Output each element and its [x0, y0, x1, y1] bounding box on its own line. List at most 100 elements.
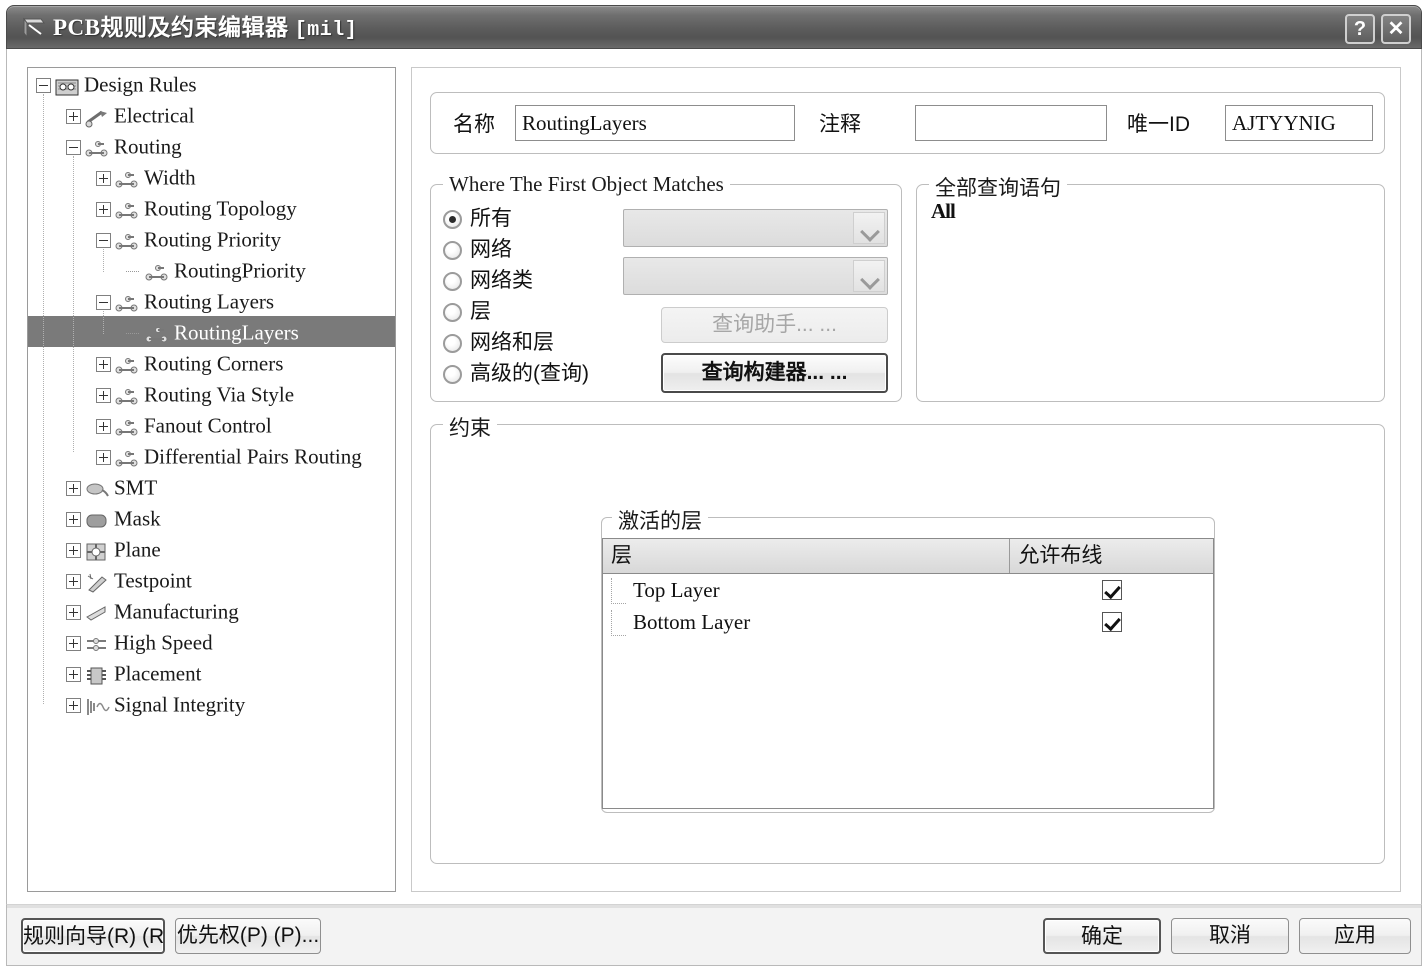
tree-item-placement[interactable]: Placement [28, 657, 395, 688]
dialog-client-area: Design Rules Electrical Routing Width Routin… [6, 49, 1422, 965]
chevron-down-icon[interactable] [853, 212, 885, 244]
unique-id-label: 唯一ID [1127, 113, 1190, 136]
radio-option-net-class[interactable]: 网络类 [443, 265, 533, 296]
tree-item-differential-pairs-routing[interactable]: Differential Pairs Routing [28, 440, 395, 471]
rule-wizard-button[interactable]: 规则向导(R) (R)... [21, 918, 165, 954]
query-builder-button[interactable]: 查询构建器... ... [661, 353, 888, 393]
tree-expander-icon[interactable] [96, 232, 111, 248]
close-button[interactable]: ✕ [1381, 14, 1411, 44]
tree-expander-icon[interactable] [66, 511, 81, 527]
tree-item-label: SMT [114, 475, 158, 500]
tree-expander-icon[interactable] [96, 449, 111, 465]
tree-expander-icon[interactable] [66, 108, 81, 124]
radio-option-layer[interactable]: 层 [443, 296, 491, 327]
apply-button[interactable]: 应用 [1299, 918, 1411, 954]
tree-item-routing-topology[interactable]: Routing Topology [28, 192, 395, 223]
tree-item-label: Manufacturing [114, 599, 239, 624]
query-helper-button[interactable]: 查询助手... ... [661, 307, 888, 343]
tree-item-electrical[interactable]: Electrical [28, 99, 395, 130]
net-class-combobox[interactable] [623, 257, 888, 295]
app-icon [23, 17, 45, 39]
tree-expander-icon[interactable] [66, 635, 81, 651]
radio-label: 高级的(查询) [470, 362, 589, 385]
name-label: 名称 [453, 113, 495, 136]
active-layers-legend: 激活的层 [612, 505, 708, 535]
layer-name-label: Bottom Layer [633, 609, 751, 634]
tree-expander-icon[interactable] [66, 697, 81, 713]
tree-expander-icon[interactable] [66, 604, 81, 620]
tree-item-routinglayers[interactable]: RoutingLayers [28, 316, 395, 347]
routing-icon [114, 385, 140, 405]
signal-integrity-icon [84, 695, 110, 716]
radio-option-all[interactable]: 所有 [443, 203, 512, 234]
tree-item-routing-layers[interactable]: Routing Layers [28, 285, 395, 316]
tree-item-routing-corners[interactable]: Routing Corners [28, 347, 395, 378]
cancel-button[interactable]: 取消 [1171, 918, 1289, 954]
allow-routing-checkbox[interactable] [1101, 612, 1122, 632]
design-rules-tree[interactable]: Design Rules Electrical Routing Width Routin… [27, 67, 396, 892]
tree-connector [611, 609, 626, 636]
chevron-down-icon[interactable] [853, 260, 885, 292]
tree-item-routingpriority[interactable]: RoutingPriority [28, 254, 395, 285]
allow-routing-checkbox[interactable] [1101, 580, 1122, 600]
full-query-statement-group: 全部查询语句 All [916, 172, 1385, 402]
ok-button[interactable]: 确定 [1043, 918, 1161, 954]
layers-table[interactable]: 层 允许布线 Top Layer Bottom Layer [602, 538, 1214, 809]
where-matches-legend: Where The First Object Matches [443, 172, 730, 197]
routing-icon [114, 416, 140, 436]
tree-expander-icon[interactable] [66, 480, 81, 496]
tree-item-label: Signal Integrity [114, 692, 246, 717]
tree-expander-icon[interactable] [66, 139, 81, 155]
tree-expander-icon[interactable] [66, 666, 81, 682]
tree-item-manufacturing[interactable]: Manufacturing [28, 595, 395, 626]
tree-item-fanout-control[interactable]: Fanout Control [28, 409, 395, 440]
tree-item-high-speed[interactable]: High Speed [28, 626, 395, 657]
tree-expander-icon[interactable] [96, 387, 111, 403]
tree-item-routing-priority[interactable]: Routing Priority [28, 223, 395, 254]
net-combobox[interactable] [623, 209, 888, 247]
window-title-unit: [mil] [294, 19, 358, 42]
tree-item-label: Routing Via Style [144, 382, 295, 407]
help-button[interactable]: ? [1345, 14, 1375, 44]
tree-expander-icon[interactable] [66, 542, 81, 558]
tree-item-routing-via-style[interactable]: Routing Via Style [28, 378, 395, 409]
comment-input[interactable] [915, 105, 1107, 141]
tree-expander-icon[interactable] [96, 201, 111, 217]
tree-item-routing[interactable]: Routing [28, 130, 395, 161]
tree-item-signal-integrity[interactable]: Signal Integrity [28, 688, 395, 719]
unique-id-input[interactable]: AJTYYNIG [1225, 105, 1373, 141]
tree-item-plane[interactable]: Plane [28, 533, 395, 564]
tree-expander-icon[interactable] [96, 418, 111, 434]
routing-icon [114, 168, 140, 188]
table-row[interactable]: Bottom Layer [603, 606, 1213, 638]
tree-guide-line [43, 94, 44, 704]
tree-expander-icon[interactable] [96, 170, 111, 186]
tree-item-testpoint[interactable]: Testpoint [28, 564, 395, 595]
tree-item-label: Routing Corners [144, 351, 284, 376]
radio-option-net-and-layer[interactable]: 网络和层 [443, 327, 554, 358]
window-title: PCB规则及约束编辑器 [mil] [53, 13, 357, 43]
tree-expander-icon[interactable] [96, 294, 111, 310]
tree-item-label: Routing Topology [144, 196, 297, 221]
routing-icon [114, 354, 140, 374]
active-layers-group: 激活的层 层 允许布线 Top Layer Bottom Layer [601, 505, 1215, 813]
name-input[interactable]: RoutingLayers [515, 105, 795, 141]
priority-button[interactable]: 优先权(P) (P)... [175, 918, 321, 954]
tree-item-smt[interactable]: SMT [28, 471, 395, 502]
radio-label: 层 [470, 300, 491, 323]
tree-item-design-rules[interactable]: Design Rules [28, 68, 395, 99]
routing-icon [114, 230, 140, 250]
table-row[interactable]: Top Layer [603, 574, 1213, 606]
tree-item-label: Electrical [114, 103, 195, 128]
plane-icon [84, 540, 110, 561]
tree-expander-icon[interactable] [36, 77, 51, 93]
tree-item-mask[interactable]: Mask [28, 502, 395, 533]
radio-label: 网络和层 [470, 331, 554, 354]
pcb-rules-dialog: PCB规则及约束编辑器 [mil] ? ✕ Design Rules Electr… [0, 0, 1428, 972]
radio-option-net[interactable]: 网络 [443, 234, 512, 265]
tree-expander-icon[interactable] [96, 356, 111, 372]
tree-item-width[interactable]: Width [28, 161, 395, 192]
radio-option-advanced-query[interactable]: 高级的(查询) [443, 358, 589, 389]
radio-icon [443, 302, 462, 322]
tree-expander-icon[interactable] [66, 573, 81, 589]
